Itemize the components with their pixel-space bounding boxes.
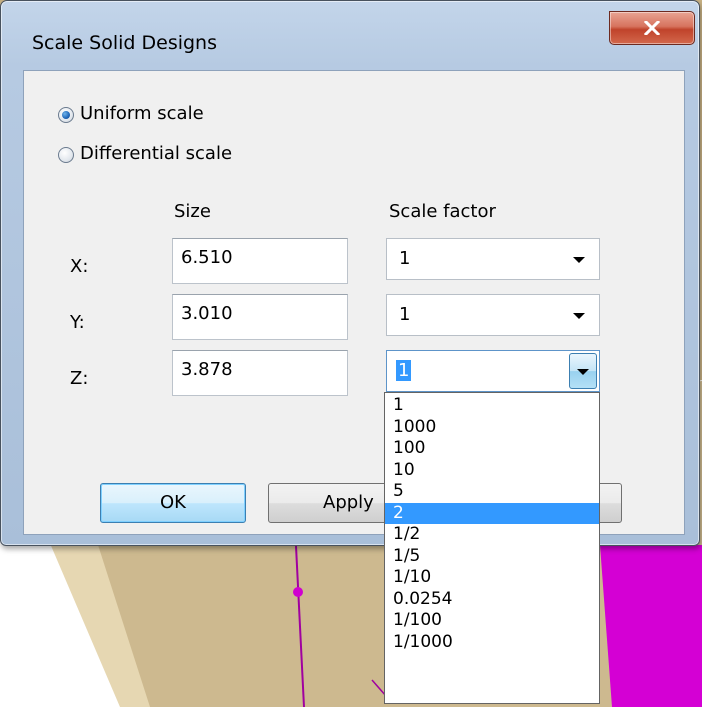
dropdown-option[interactable]: 0.0254	[385, 589, 599, 611]
z-scale-factor-dropdown-button[interactable]	[569, 353, 597, 389]
dropdown-option[interactable]: 5	[385, 481, 599, 503]
y-scale-factor-value: 1	[399, 304, 411, 325]
scale-factor-header: Scale factor	[389, 201, 496, 222]
x-axis-label: X:	[70, 256, 89, 277]
dropdown-option[interactable]: 1/2	[385, 524, 599, 546]
size-header: Size	[174, 201, 211, 222]
y-size-field[interactable]: 3.010	[172, 294, 348, 340]
dropdown-option[interactable]: 1000	[385, 417, 599, 439]
scale-factor-dropdown-list[interactable]: 1 1000 100 10 5 2 1/2 1/5 1/10 0.0254 1/…	[384, 392, 600, 704]
z-size-field[interactable]: 3.878	[172, 350, 348, 396]
close-button[interactable]	[609, 11, 695, 45]
magenta-solid	[600, 545, 702, 707]
dialog-title: Scale Solid Designs	[32, 32, 217, 54]
uniform-scale-radio[interactable]	[58, 107, 74, 123]
z-scale-factor-combo[interactable]: 1	[386, 350, 600, 392]
x-scale-factor-value: 1	[399, 248, 411, 269]
radio-selected-dot	[62, 111, 70, 119]
dropdown-option-highlighted[interactable]: 2	[385, 502, 599, 524]
dropdown-option[interactable]: 100	[385, 438, 599, 460]
differential-scale-label[interactable]: Differential scale	[80, 143, 232, 164]
ok-button[interactable]: OK	[100, 483, 246, 523]
x-scale-factor-combo[interactable]: 1	[386, 238, 600, 280]
chevron-down-icon	[573, 313, 585, 319]
y-scale-factor-combo[interactable]: 1	[386, 294, 600, 336]
dropdown-option[interactable]: 1	[385, 395, 599, 417]
x-size-field[interactable]: 6.510	[172, 238, 348, 284]
magenta-node	[293, 587, 303, 597]
dropdown-option[interactable]: 1/1000	[385, 632, 599, 654]
dropdown-option[interactable]: 10	[385, 460, 599, 482]
dropdown-option[interactable]: 1/5	[385, 546, 599, 568]
z-scale-factor-value[interactable]: 1	[396, 360, 412, 381]
dropdown-option[interactable]: 1/10	[385, 567, 599, 589]
y-axis-label: Y:	[70, 312, 85, 333]
chevron-down-icon	[577, 369, 589, 375]
z-axis-label: Z:	[70, 368, 89, 389]
dropdown-option[interactable]: 1/100	[385, 610, 599, 632]
uniform-scale-label[interactable]: Uniform scale	[80, 103, 204, 124]
close-icon	[644, 21, 660, 35]
differential-scale-radio[interactable]	[58, 147, 74, 163]
chevron-down-icon	[573, 257, 585, 263]
